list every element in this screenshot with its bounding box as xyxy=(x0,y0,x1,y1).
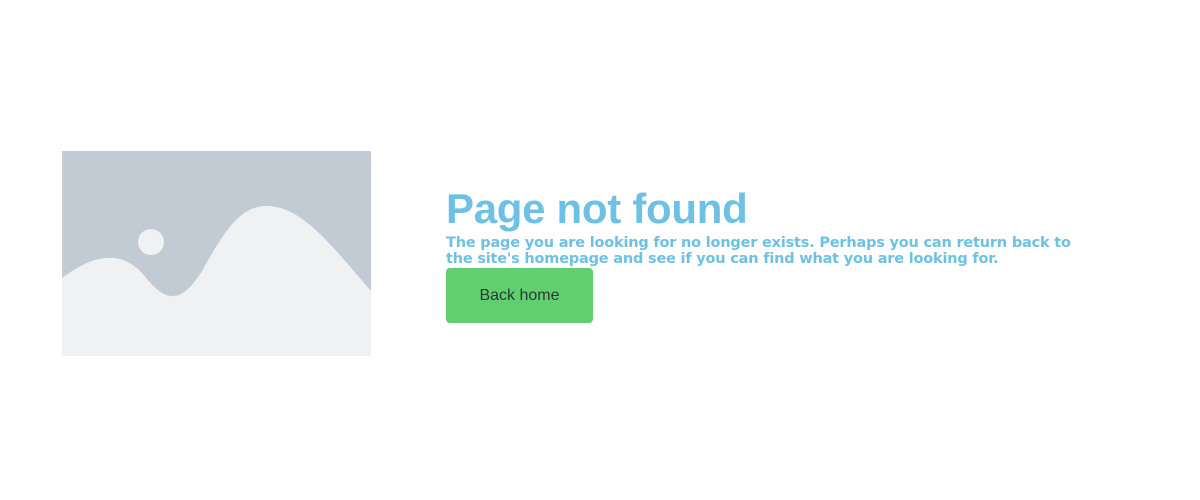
not-found-page: Page not found The page you are looking … xyxy=(0,0,1200,500)
error-content: Page not found The page you are looking … xyxy=(446,185,1106,268)
back-home-button[interactable]: Back home xyxy=(446,268,593,323)
image-placeholder-icon xyxy=(62,151,371,356)
page-title: Page not found xyxy=(446,185,748,232)
error-message: The page you are looking for no longer e… xyxy=(446,235,1071,267)
placeholder-sun xyxy=(138,229,164,255)
